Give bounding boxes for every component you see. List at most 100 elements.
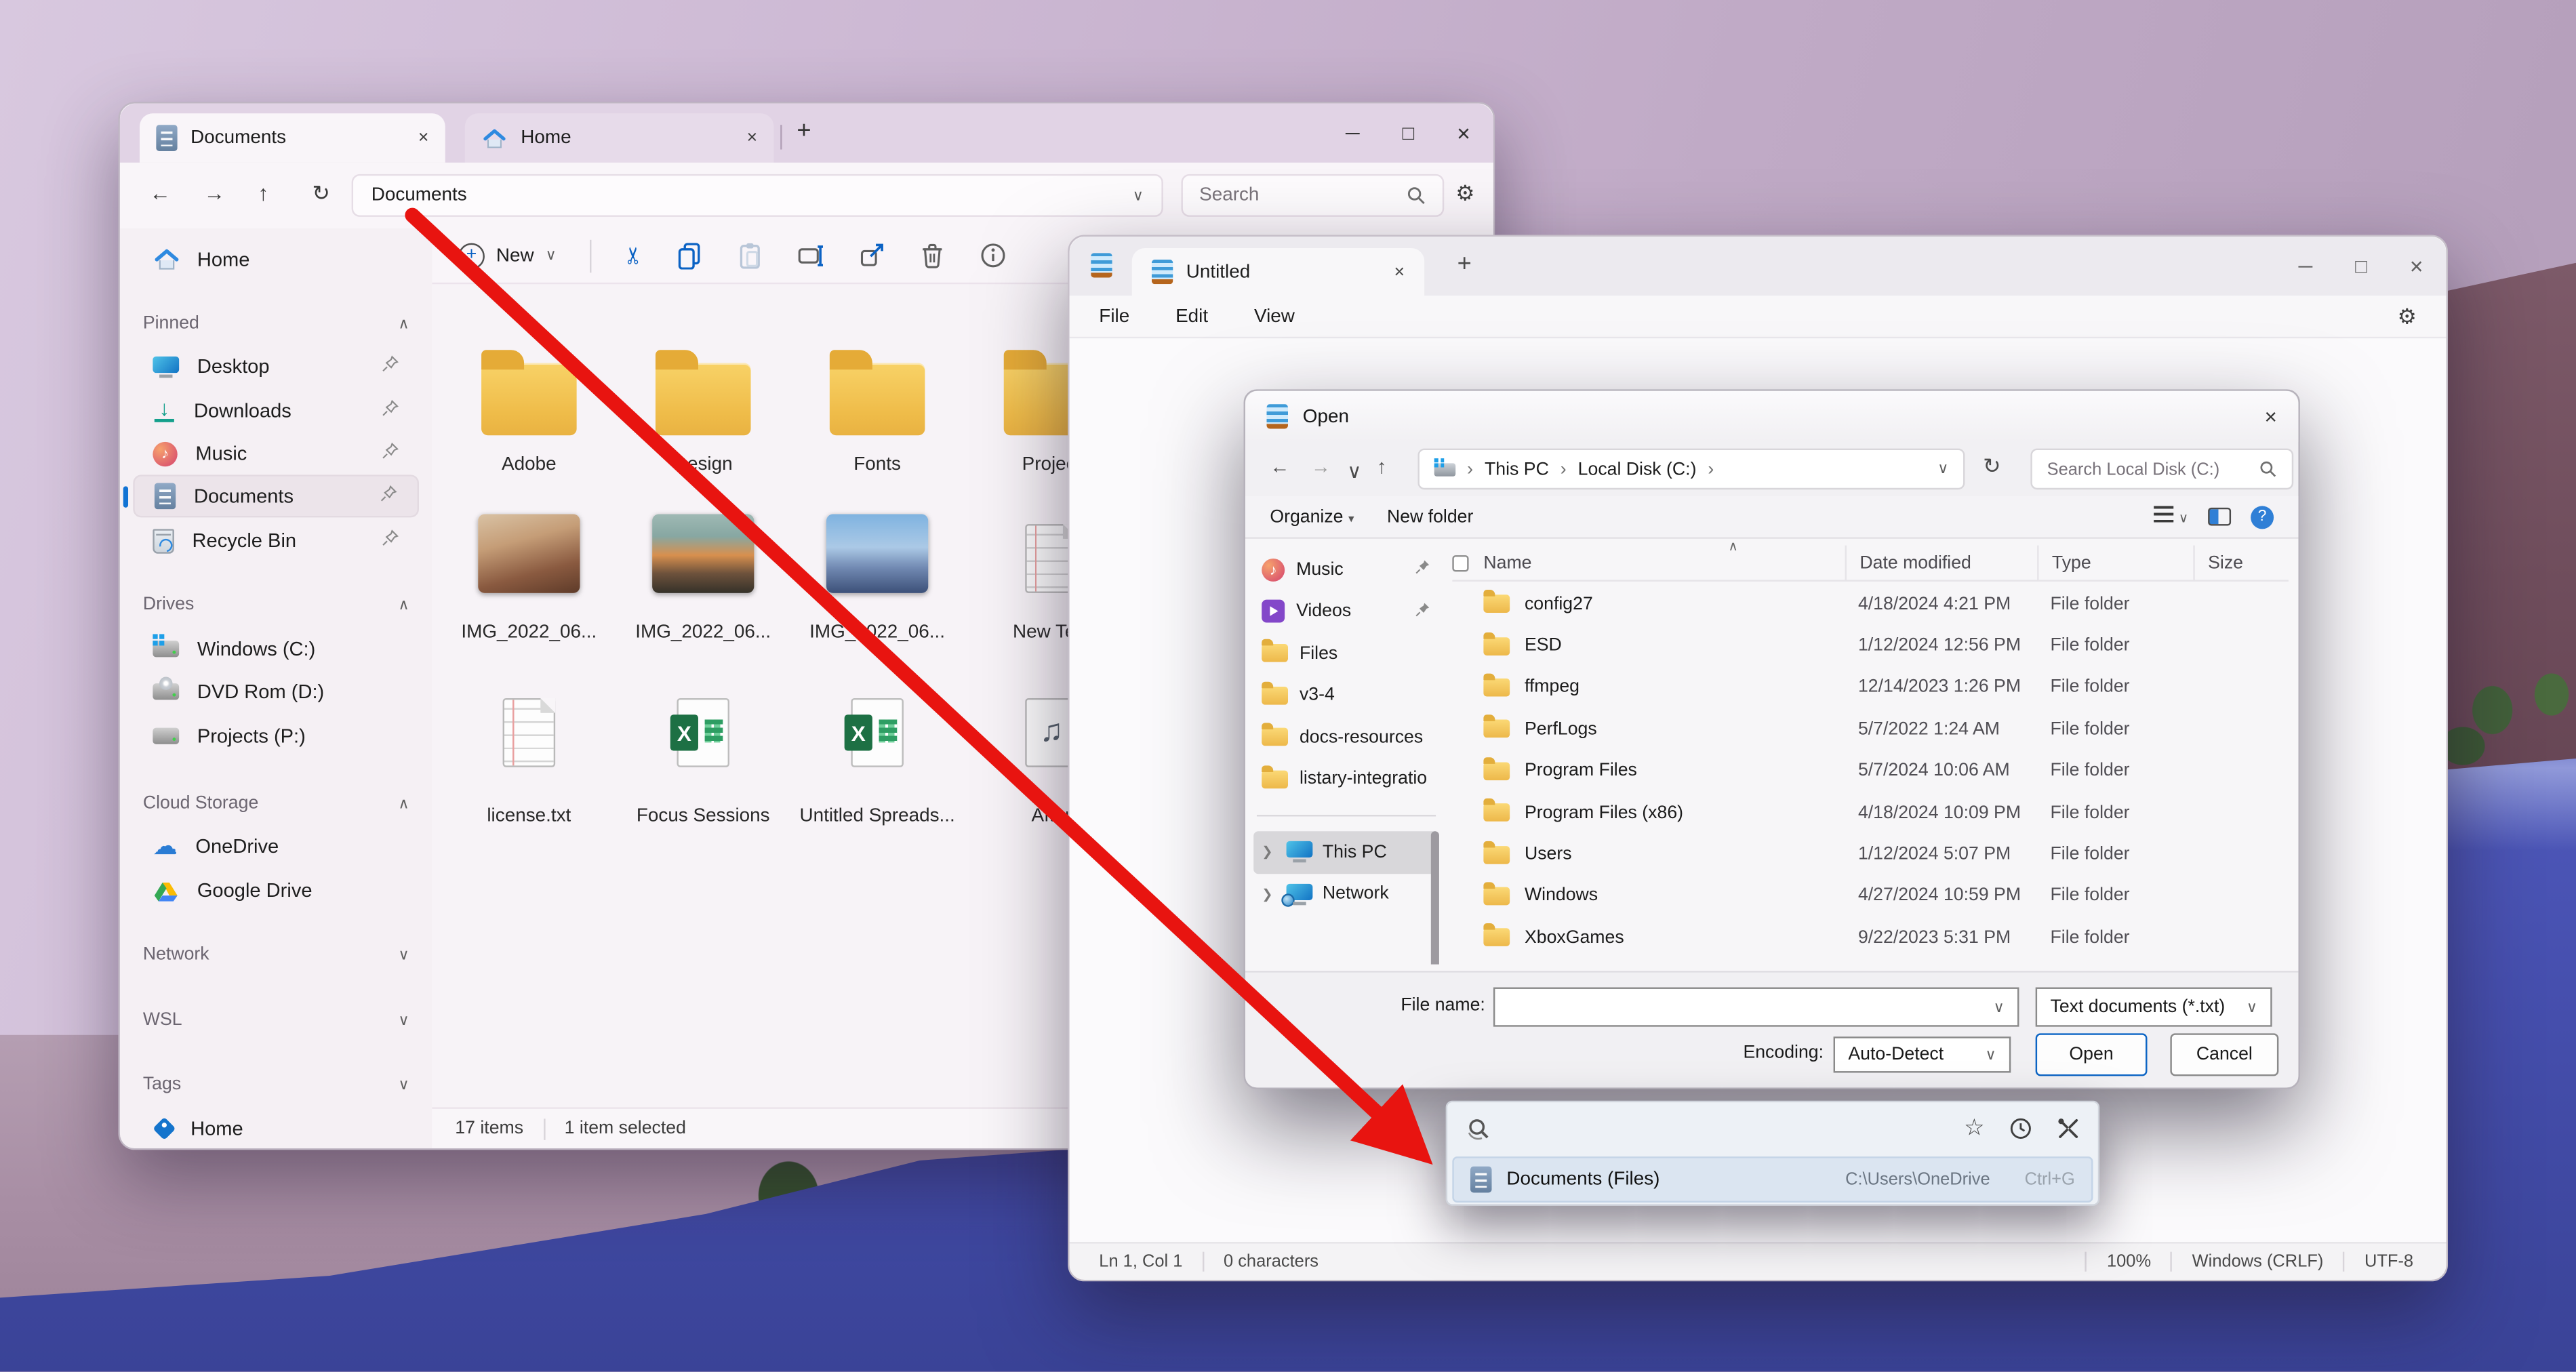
- table-row[interactable]: Windows 4/27/2024 10:59 PM File folder: [1452, 875, 2289, 917]
- image-item[interactable]: IMG_2022_06...: [442, 511, 616, 643]
- zoom-level[interactable]: 100%: [2107, 1252, 2151, 1272]
- explorer-settings-gear-icon[interactable]: ⚙: [1455, 181, 1474, 207]
- help-icon[interactable]: ?: [2251, 505, 2274, 529]
- chevron-down-icon[interactable]: ∨: [398, 1011, 409, 1030]
- column-header-type[interactable]: Type: [2037, 545, 2193, 580]
- sidebar-item-docs-resources[interactable]: docs-resources: [1253, 717, 1439, 759]
- sidebar-section-cloud-storage[interactable]: Cloud Storage ∧: [143, 787, 409, 820]
- chevron-down-icon[interactable]: ∨: [1133, 186, 1144, 205]
- up-button[interactable]: ↑: [258, 181, 268, 205]
- copy-icon[interactable]: [676, 241, 704, 270]
- cut-icon[interactable]: ✂: [620, 246, 647, 265]
- sidebar-item-windows-c[interactable]: Windows (C:): [133, 628, 419, 670]
- table-row[interactable]: XboxGames 9/22/2023 5:31 PM File folder: [1452, 917, 2289, 959]
- explorer-tab-documents[interactable]: Documents ×: [139, 113, 445, 163]
- delete-icon[interactable]: [919, 241, 947, 269]
- sidebar-item-v3-4[interactable]: v3-4: [1253, 674, 1439, 717]
- close-button[interactable]: ×: [2410, 253, 2423, 279]
- file-name-input[interactable]: ∨: [1493, 987, 2019, 1027]
- breadcrumb[interactable]: › This PC › Local Disk (C:) › ∨: [1417, 448, 1965, 490]
- explorer-tab-home[interactable]: Home ×: [464, 113, 774, 163]
- new-folder-button[interactable]: New folder: [1387, 507, 1473, 527]
- forward-button[interactable]: →: [1311, 455, 1331, 478]
- line-ending[interactable]: Windows (CRLF): [2192, 1252, 2324, 1272]
- sidebar-section-tags[interactable]: Tags ∨: [143, 1068, 409, 1100]
- chevron-down-icon[interactable]: ∨: [1937, 460, 1948, 479]
- table-row[interactable]: ESD 1/12/2024 12:56 PM File folder: [1452, 625, 2289, 667]
- sidebar-item-listary-integration[interactable]: listary-integratio: [1253, 758, 1439, 800]
- palette-search-bar[interactable]: ☆: [1447, 1102, 2098, 1153]
- close-button[interactable]: ×: [1457, 120, 1470, 146]
- properties-info-icon[interactable]: [980, 241, 1007, 269]
- sidebar-item-home[interactable]: Home: [133, 238, 419, 281]
- sidebar-item-files[interactable]: Files: [1253, 632, 1439, 674]
- minimize-button[interactable]: ─: [1346, 121, 1360, 144]
- expand-chevron-icon[interactable]: ❯: [1262, 845, 1274, 860]
- paste-icon[interactable]: [737, 241, 765, 269]
- back-button[interactable]: ←: [1270, 455, 1289, 478]
- column-header-date-modified[interactable]: Date modified: [1845, 545, 2038, 580]
- file-type-dropdown[interactable]: Text documents (*.txt) ∨: [2035, 987, 2272, 1027]
- dialog-close-icon[interactable]: ×: [2265, 404, 2277, 428]
- new-tab-button[interactable]: +: [797, 117, 811, 144]
- minimize-button[interactable]: ─: [2299, 255, 2313, 278]
- refresh-button[interactable]: ↻: [312, 181, 329, 207]
- explorer-search-input[interactable]: Search: [1181, 174, 1445, 217]
- chevron-down-icon[interactable]: ∨: [1347, 460, 1361, 483]
- tab-close-icon[interactable]: ×: [418, 128, 429, 148]
- notepad-settings-gear-icon[interactable]: ⚙: [2398, 304, 2417, 330]
- image-item[interactable]: IMG_2022_06...: [616, 511, 790, 643]
- sidebar-item-desktop[interactable]: Desktop: [133, 345, 419, 388]
- sidebar-item-projects-p[interactable]: Projects (P:): [133, 714, 419, 757]
- sidebar-scrollbar[interactable]: [1430, 831, 1439, 965]
- expand-chevron-icon[interactable]: ❯: [1262, 887, 1274, 902]
- file-item[interactable]: Focus Sessions: [616, 691, 790, 826]
- back-button[interactable]: ←: [150, 181, 172, 205]
- menu-edit[interactable]: Edit: [1175, 306, 1208, 326]
- folder-item[interactable]: Adobe: [442, 334, 616, 475]
- dialog-search-input[interactable]: Search Local Disk (C:): [2030, 448, 2294, 490]
- table-row[interactable]: Users 1/12/2024 5:07 PM File folder: [1452, 834, 2289, 876]
- encoding[interactable]: UTF-8: [2364, 1252, 2413, 1272]
- sidebar-section-wsl[interactable]: WSL ∨: [143, 1004, 409, 1036]
- palette-result-documents[interactable]: Documents (Files) C:\Users\OneDrive Ctrl…: [1452, 1156, 2093, 1203]
- image-item[interactable]: IMG_2022_06...: [790, 511, 965, 643]
- maximize-button[interactable]: □: [1403, 121, 1415, 144]
- organize-button[interactable]: Organize ▾: [1270, 507, 1354, 527]
- table-row[interactable]: PerfLogs 5/7/2022 1:24 AM File folder: [1452, 708, 2289, 750]
- sidebar-item-recycle-bin[interactable]: Recycle Bin: [133, 519, 419, 562]
- select-all-checkbox[interactable]: [1452, 554, 1469, 571]
- up-button[interactable]: ↑: [1377, 455, 1387, 478]
- notepad-tab-untitled[interactable]: Untitled ×: [1131, 247, 1425, 296]
- cancel-button[interactable]: Cancel: [2170, 1033, 2279, 1076]
- breadcrumb-this-pc[interactable]: This PC: [1485, 459, 1549, 479]
- address-bar[interactable]: Documents ∨: [351, 174, 1163, 217]
- table-row[interactable]: config27 4/18/2024 4:21 PM File folder: [1452, 583, 2289, 625]
- sidebar-item-music[interactable]: ♪ Music: [1253, 548, 1439, 590]
- sidebar-item-documents[interactable]: Documents: [123, 475, 419, 518]
- refresh-icon[interactable]: ↻: [1983, 453, 2000, 480]
- favorites-star-icon[interactable]: ☆: [1964, 1114, 1984, 1142]
- sidebar-item-downloads[interactable]: ↓ Downloads: [133, 389, 419, 432]
- column-header-size[interactable]: Size: [2193, 545, 2289, 580]
- sidebar-item-tag-home[interactable]: Home: [133, 1107, 419, 1150]
- sidebar-item-music[interactable]: ♪ Music: [133, 432, 419, 475]
- sidebar-item-network[interactable]: ❯ Network: [1253, 873, 1439, 915]
- new-tab-button[interactable]: +: [1457, 249, 1472, 277]
- chevron-down-icon[interactable]: ∨: [398, 946, 409, 964]
- preview-pane-icon[interactable]: [2208, 507, 2232, 526]
- menu-view[interactable]: View: [1254, 306, 1295, 326]
- history-clock-icon[interactable]: [2009, 1116, 2032, 1139]
- open-button[interactable]: Open: [2035, 1033, 2148, 1076]
- folder-item[interactable]: Fonts: [790, 334, 965, 475]
- chevron-up-icon[interactable]: ∧: [398, 315, 409, 333]
- tab-close-icon[interactable]: ×: [747, 128, 758, 148]
- sidebar-section-pinned[interactable]: Pinned ∧: [143, 307, 409, 340]
- sidebar-section-drives[interactable]: Drives ∧: [143, 588, 409, 621]
- table-row[interactable]: ffmpeg 12/14/2023 1:26 PM File folder: [1452, 666, 2289, 708]
- folder-item[interactable]: Design: [616, 334, 790, 475]
- new-button[interactable]: + New ∨: [458, 242, 557, 269]
- sidebar-section-network[interactable]: Network ∨: [143, 938, 409, 971]
- forward-button[interactable]: →: [204, 181, 226, 205]
- column-header-name[interactable]: Name ∧: [1469, 539, 1845, 580]
